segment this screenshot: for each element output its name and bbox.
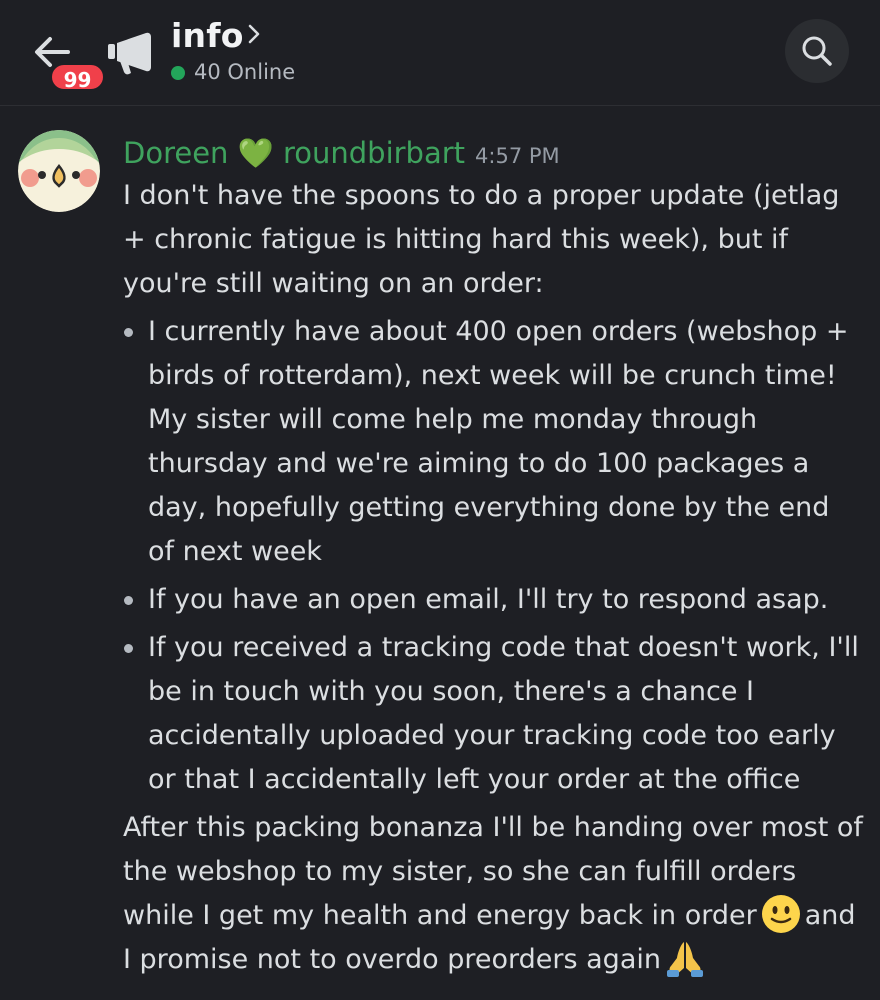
list-item: If you received a tracking code that doe… — [123, 626, 863, 802]
avatar[interactable] — [18, 130, 100, 212]
search-icon — [802, 36, 832, 66]
message-intro: I don't have the spoons to do a proper u… — [123, 180, 840, 299]
chevron-right-icon[interactable] — [243, 22, 265, 48]
message-header: Doreen 💚 roundbirbart 4:57 PM — [123, 136, 560, 171]
list-item: I currently have about 400 open orders (… — [123, 310, 863, 574]
author-name[interactable]: Doreen 💚 roundbirbart — [123, 136, 465, 170]
unread-badge: 99 — [49, 62, 106, 92]
megaphone-icon — [106, 30, 154, 76]
channel-title[interactable]: info — [171, 16, 244, 55]
slightly-smiling-face-icon — [761, 894, 801, 934]
channel-header: 99 info 40 Online — [0, 0, 880, 106]
bullet-list: I currently have about 400 open orders (… — [123, 310, 863, 802]
search-button[interactable] — [785, 19, 849, 83]
message-timestamp: 4:57 PM — [475, 144, 560, 168]
online-count: 40 Online — [194, 60, 296, 84]
list-item: If you have an open email, I'll try to r… — [123, 578, 863, 622]
outro-text-1: After this packing bonanza I'll be handi… — [123, 812, 863, 931]
message-content: I don't have the spoons to do a proper u… — [123, 174, 863, 982]
folded-hands-icon — [665, 938, 705, 978]
online-status-dot — [171, 66, 185, 80]
message-outro: After this packing bonanza I'll be handi… — [123, 806, 863, 982]
